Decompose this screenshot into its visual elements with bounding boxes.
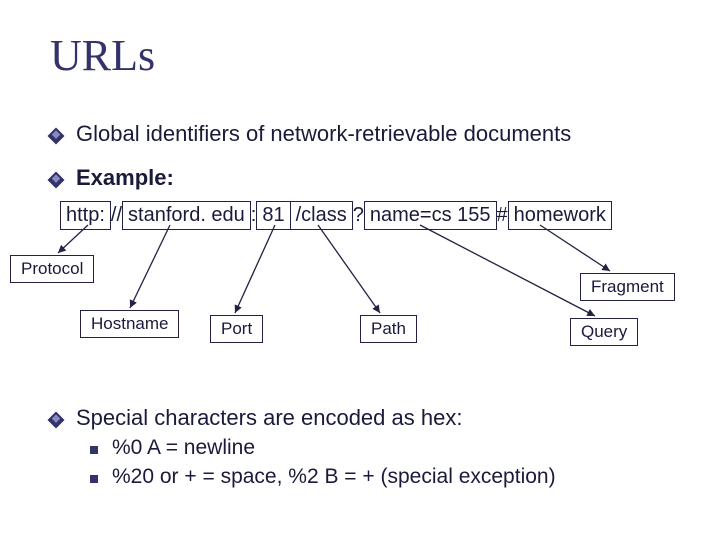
url-separator: # <box>497 204 508 227</box>
bullet-text: Special characters are encoded as hex: <box>76 405 462 431</box>
url-segment-fragment: homework <box>508 201 612 230</box>
sub-bullet-newline: %0 A = newline <box>90 436 680 460</box>
url-segment-protocol: http: <box>60 201 111 230</box>
bottom-section: Special characters are encoded as hex: %… <box>50 405 680 489</box>
sub-bullet-space: %20 or + = space, %2 B = + (special exce… <box>90 465 680 489</box>
sub-bullet-text: %0 A = newline <box>112 436 255 460</box>
label-fragment: Fragment <box>580 273 675 301</box>
bullet-icon <box>48 172 65 189</box>
bullet-icon <box>48 412 65 429</box>
sub-bullet-icon <box>90 475 98 483</box>
label-protocol: Protocol <box>10 255 94 283</box>
bullet-global-identifiers: Global identifiers of network-retrievabl… <box>50 121 680 147</box>
sub-bullet-text: %20 or + = space, %2 B = + (special exce… <box>112 465 556 489</box>
url-segment-hostname: stanford. edu <box>122 201 251 230</box>
label-query: Query <box>570 318 638 346</box>
url-separator: // <box>111 204 122 227</box>
label-hostname: Hostname <box>80 310 179 338</box>
url-segment-port: 81 <box>256 201 290 230</box>
bullet-example: Example: <box>50 165 680 191</box>
label-path: Path <box>360 315 417 343</box>
url-segment-query: name=cs 155 <box>364 201 497 230</box>
url-segment-path: /class <box>291 201 353 230</box>
url-example: http://stanford. edu:81/class?name=cs 15… <box>60 201 612 230</box>
bullet-text: Example: <box>76 165 174 191</box>
url-diagram-area: http://stanford. edu:81/class?name=cs 15… <box>50 195 680 405</box>
url-separator: ? <box>353 204 364 227</box>
bullet-special-chars: Special characters are encoded as hex: <box>50 405 680 431</box>
sub-bullet-icon <box>90 446 98 454</box>
slide-title: URLs <box>50 30 680 81</box>
bullet-text: Global identifiers of network-retrievabl… <box>76 121 571 147</box>
label-port: Port <box>210 315 263 343</box>
slide: URLs Global identifiers of network-retri… <box>0 0 720 540</box>
bullet-icon <box>48 128 65 145</box>
